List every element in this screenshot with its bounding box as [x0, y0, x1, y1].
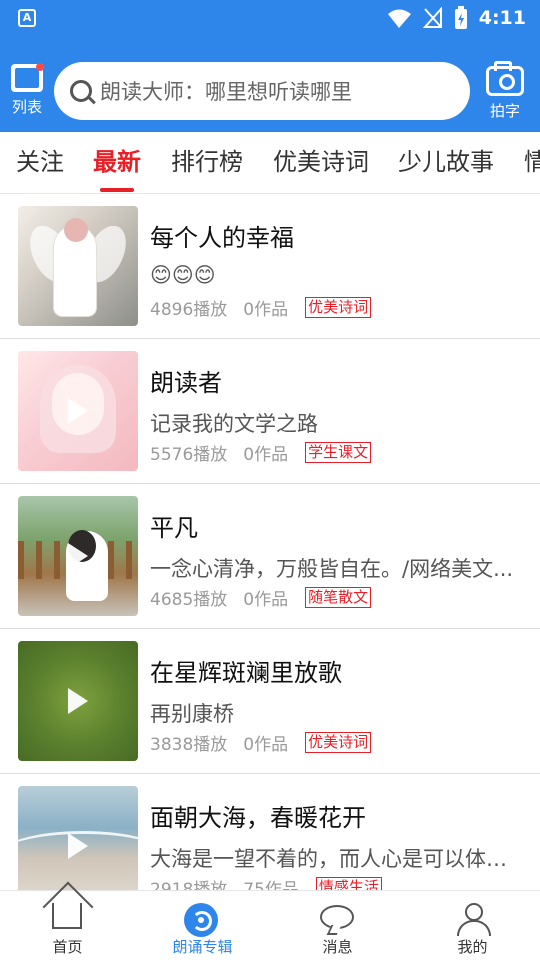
item-description: 😊😊😊	[150, 263, 520, 287]
book-list-icon	[11, 63, 44, 92]
play-icon	[68, 253, 88, 279]
play-icon	[68, 833, 88, 859]
category-tag[interactable]: 优美诗词	[305, 297, 372, 318]
item-meta: 5576播放 0作品 学生课文	[150, 440, 372, 465]
tab-follow[interactable]: 关注	[16, 132, 64, 193]
camera-button[interactable]: 拍字	[485, 61, 525, 124]
home-icon	[52, 903, 82, 929]
nav-albums-label: 朗诵专辑	[172, 938, 233, 956]
tab-emotion[interactable]: 情	[524, 132, 540, 193]
play-count: 4685播放	[150, 590, 228, 610]
play-icon	[68, 688, 88, 714]
nav-profile[interactable]: 我的	[405, 891, 540, 960]
item-title: 在星辉斑斓里放歌	[150, 659, 342, 687]
category-tag[interactable]: 随笔散文	[305, 587, 372, 608]
thumbnail-image[interactable]	[18, 641, 138, 761]
thumbnail-image[interactable]	[18, 786, 138, 890]
chat-icon	[320, 905, 354, 929]
item-title: 面朝大海，春暖花开	[150, 804, 366, 832]
item-description: 记录我的文学之路	[150, 412, 318, 436]
nav-messages-label: 消息	[322, 938, 353, 956]
tab-poetry[interactable]: 优美诗词	[273, 132, 369, 193]
thumbnail-image[interactable]	[18, 206, 138, 326]
user-icon	[457, 903, 491, 936]
nav-home[interactable]: 首页	[0, 891, 135, 960]
camera-icon	[486, 61, 524, 96]
battery-charging-icon	[454, 6, 467, 29]
list-button[interactable]: 列表	[8, 63, 46, 122]
tab-kids-stories[interactable]: 少儿故事	[398, 132, 494, 193]
item-title: 每个人的幸福	[150, 224, 294, 252]
item-title: 朗读者	[150, 369, 222, 397]
works-list: 每个人的幸福 😊😊😊 4896播放 0作品 优美诗词 朗读者 记录我的文学之路 …	[0, 194, 540, 890]
tab-latest[interactable]: 最新	[93, 132, 141, 193]
list-item[interactable]: 每个人的幸福 😊😊😊 4896播放 0作品 优美诗词	[0, 194, 540, 339]
camera-label: 拍字	[489, 102, 520, 120]
list-item[interactable]: 朗读者 记录我的文学之路 5576播放 0作品 学生课文	[0, 339, 540, 484]
tab-ranking[interactable]: 排行榜	[171, 132, 243, 193]
list-label: 列表	[11, 98, 42, 116]
category-tabs: 关注 最新 排行榜 优美诗词 少儿故事 情	[0, 132, 540, 194]
category-tag[interactable]: 情感生活	[315, 877, 382, 890]
list-item[interactable]: 面朝大海，春暖花开 大海是一望不着的，而人心是可以体会... 2918播放 75…	[0, 774, 540, 890]
status-bar: A 4:11	[0, 0, 540, 36]
thumbnail-image[interactable]	[18, 351, 138, 471]
signal-off-icon	[422, 7, 442, 28]
nav-home-label: 首页	[52, 938, 83, 956]
wifi-icon	[387, 9, 411, 28]
nav-profile-label: 我的	[457, 938, 488, 956]
search-input[interactable]: 朗读大师：哪里想听读哪里	[54, 62, 470, 120]
item-meta: 3838播放 0作品 优美诗词	[150, 730, 372, 755]
bottom-navigation: 首页 朗诵专辑 消息 我的	[0, 890, 540, 960]
item-description: 大海是一望不着的，而人心是可以体会...	[150, 847, 520, 871]
nav-messages[interactable]: 消息	[270, 891, 405, 960]
play-count: 3838播放	[150, 735, 228, 755]
nav-albums[interactable]: 朗诵专辑	[135, 891, 270, 960]
emoji-row: 😊😊😊	[150, 263, 216, 287]
work-count: 75作品	[243, 880, 299, 890]
thumbnail-image[interactable]	[18, 496, 138, 616]
work-count: 0作品	[243, 590, 289, 610]
play-count: 5576播放	[150, 445, 228, 465]
work-count: 0作品	[243, 445, 289, 465]
item-title: 平凡	[150, 514, 198, 542]
accessibility-icon: A	[18, 9, 36, 27]
category-tag[interactable]: 优美诗词	[305, 732, 372, 753]
work-count: 0作品	[243, 300, 289, 320]
play-icon	[68, 398, 88, 424]
search-placeholder: 朗读大师：哪里想听读哪里	[100, 80, 352, 104]
play-count: 2918播放	[150, 880, 228, 890]
item-meta: 2918播放 75作品 情感生活	[150, 875, 382, 890]
item-description: 再别康桥	[150, 702, 234, 726]
list-item[interactable]: 在星辉斑斓里放歌 再别康桥 3838播放 0作品 优美诗词	[0, 629, 540, 774]
item-meta: 4896播放 0作品 优美诗词	[150, 295, 372, 320]
item-meta: 4685播放 0作品 随笔散文	[150, 585, 372, 610]
play-count: 4896播放	[150, 300, 228, 320]
album-icon	[184, 903, 218, 937]
app-screen: A 4:11 列表 朗读大师：哪里想听读哪里 拍字 关注 最新 排行榜 优美诗词…	[0, 0, 540, 960]
work-count: 0作品	[243, 735, 289, 755]
search-icon	[70, 80, 92, 102]
list-item[interactable]: 平凡 一念心清净，万般皆自在。/网络美文... 4685播放 0作品 随笔散文	[0, 484, 540, 629]
category-tag[interactable]: 学生课文	[305, 442, 372, 463]
play-icon	[68, 543, 88, 569]
top-header: 列表 朗读大师：哪里想听读哪里 拍字	[0, 36, 540, 132]
status-time: 4:11	[478, 7, 526, 29]
status-right: 4:11	[386, 0, 526, 36]
item-description: 一念心清净，万般皆自在。/网络美文...	[150, 557, 514, 581]
